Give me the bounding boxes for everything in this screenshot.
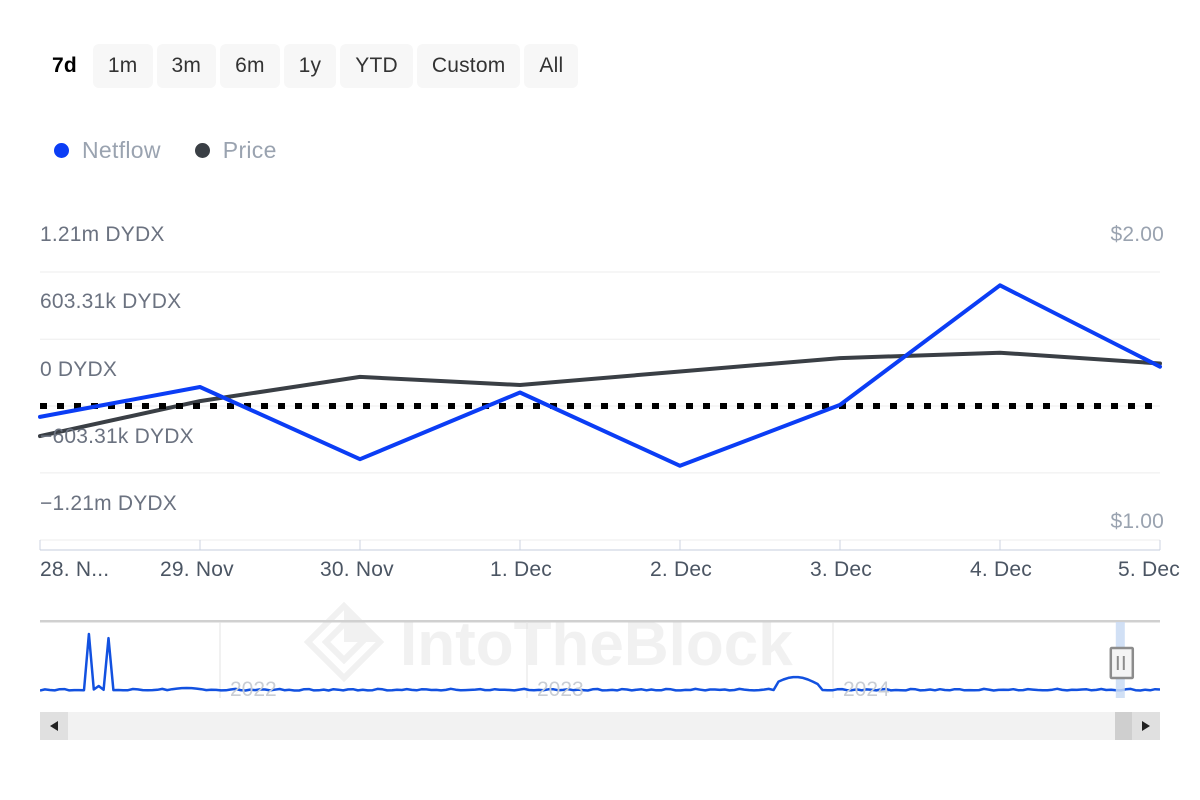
legend-label-netflow: Netflow (82, 137, 161, 164)
y2-axis-label-1: $1.00 (1110, 510, 1164, 534)
legend-item-price[interactable]: Price (195, 137, 277, 164)
y-axis-label-0: 1.21m DYDX (40, 223, 165, 247)
navigator-year-2022: 2022 (230, 678, 277, 702)
triangle-right-icon (1141, 720, 1151, 732)
legend-marker-price-icon (195, 143, 210, 158)
legend-label-price: Price (223, 137, 277, 164)
x-axis-label-7: 5. Dec (1118, 558, 1180, 582)
legend-marker-netflow-icon (54, 143, 69, 158)
range-button-all[interactable]: All (524, 44, 578, 88)
scrollbar-track[interactable] (40, 712, 1160, 740)
x-axis-label-1: 29. Nov (160, 558, 234, 582)
chart-scrollbar[interactable] (40, 712, 1160, 740)
x-axis-label-5: 3. Dec (810, 558, 872, 582)
navigator-year-2024: 2024 (843, 678, 890, 702)
range-button-custom[interactable]: Custom (417, 44, 521, 88)
chart-x-tickmarks (40, 540, 1160, 550)
range-button-ytd[interactable]: YTD (340, 44, 413, 88)
netflow-series-line (40, 285, 1160, 466)
range-button-7d[interactable]: 7d (40, 44, 89, 88)
y-axis-label-2: 0 DYDX (40, 358, 117, 382)
range-selector: 7d 1m 3m 6m 1y YTD Custom All (40, 44, 578, 88)
price-series-line (40, 353, 1160, 436)
chart-plot-area[interactable]: IntoTheBlock 1.21m DYDX 603.31k DYDX 0 D… (0, 240, 1200, 600)
scrollbar-thumb[interactable] (1115, 712, 1132, 740)
triangle-left-icon (49, 720, 59, 732)
scrollbar-left-arrow-button[interactable] (40, 712, 68, 740)
chart-legend: Netflow Price (54, 132, 277, 168)
x-axis-label-3: 1. Dec (490, 558, 552, 582)
x-axis-label-2: 30. Nov (320, 558, 394, 582)
x-axis-label-0: 28. N... (40, 558, 109, 582)
netflow-price-chart-widget: 7d 1m 3m 6m 1y YTD Custom All Netflow Pr… (0, 0, 1200, 800)
y-axis-label-4: −1.21m DYDX (40, 492, 177, 516)
navigator-right-handle[interactable] (1111, 648, 1133, 678)
x-axis-label-6: 4. Dec (970, 558, 1032, 582)
range-button-1m[interactable]: 1m (93, 44, 153, 88)
legend-item-netflow[interactable]: Netflow (54, 137, 161, 164)
navigator-year-2023: 2023 (537, 678, 584, 702)
chart-navigator[interactable]: 2022 2023 2024 (40, 620, 1160, 712)
scrollbar-right-arrow-button[interactable] (1132, 712, 1160, 740)
range-button-3m[interactable]: 3m (157, 44, 217, 88)
range-button-6m[interactable]: 6m (220, 44, 280, 88)
y-axis-label-3: −603.31k DYDX (40, 425, 194, 449)
x-axis-label-4: 2. Dec (650, 558, 712, 582)
y-axis-label-1: 603.31k DYDX (40, 290, 181, 314)
y2-axis-label-0: $2.00 (1110, 223, 1164, 247)
navigator-canvas[interactable] (40, 620, 1160, 712)
navigator-series-line (40, 634, 1160, 691)
range-button-1y[interactable]: 1y (284, 44, 337, 88)
